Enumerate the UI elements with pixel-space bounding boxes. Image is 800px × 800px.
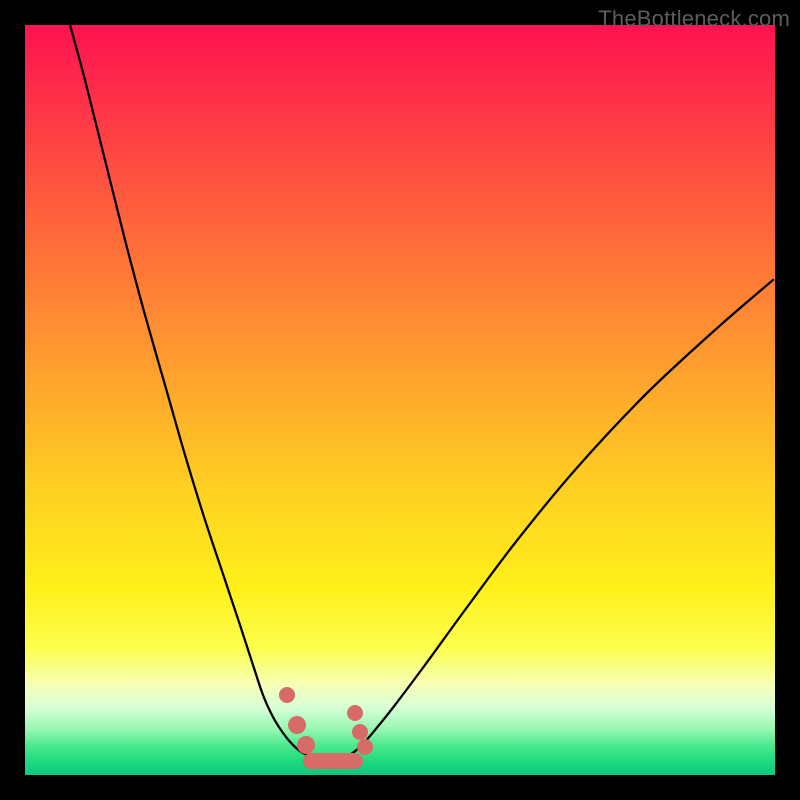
series-left-branch [70, 25, 313, 757]
valley-dot [279, 687, 295, 703]
chart-svg [25, 25, 775, 775]
valley-dot [357, 739, 373, 755]
valley-nub [303, 753, 363, 769]
valley-dot [347, 705, 363, 721]
watermark-label: TheBottleneck.com [598, 6, 790, 32]
valley-dot [352, 724, 368, 740]
valley-dot [288, 716, 306, 734]
series-right-branch [347, 280, 773, 757]
plot-area [25, 25, 775, 775]
valley-dot [297, 736, 315, 754]
chart-frame: TheBottleneck.com [0, 0, 800, 800]
